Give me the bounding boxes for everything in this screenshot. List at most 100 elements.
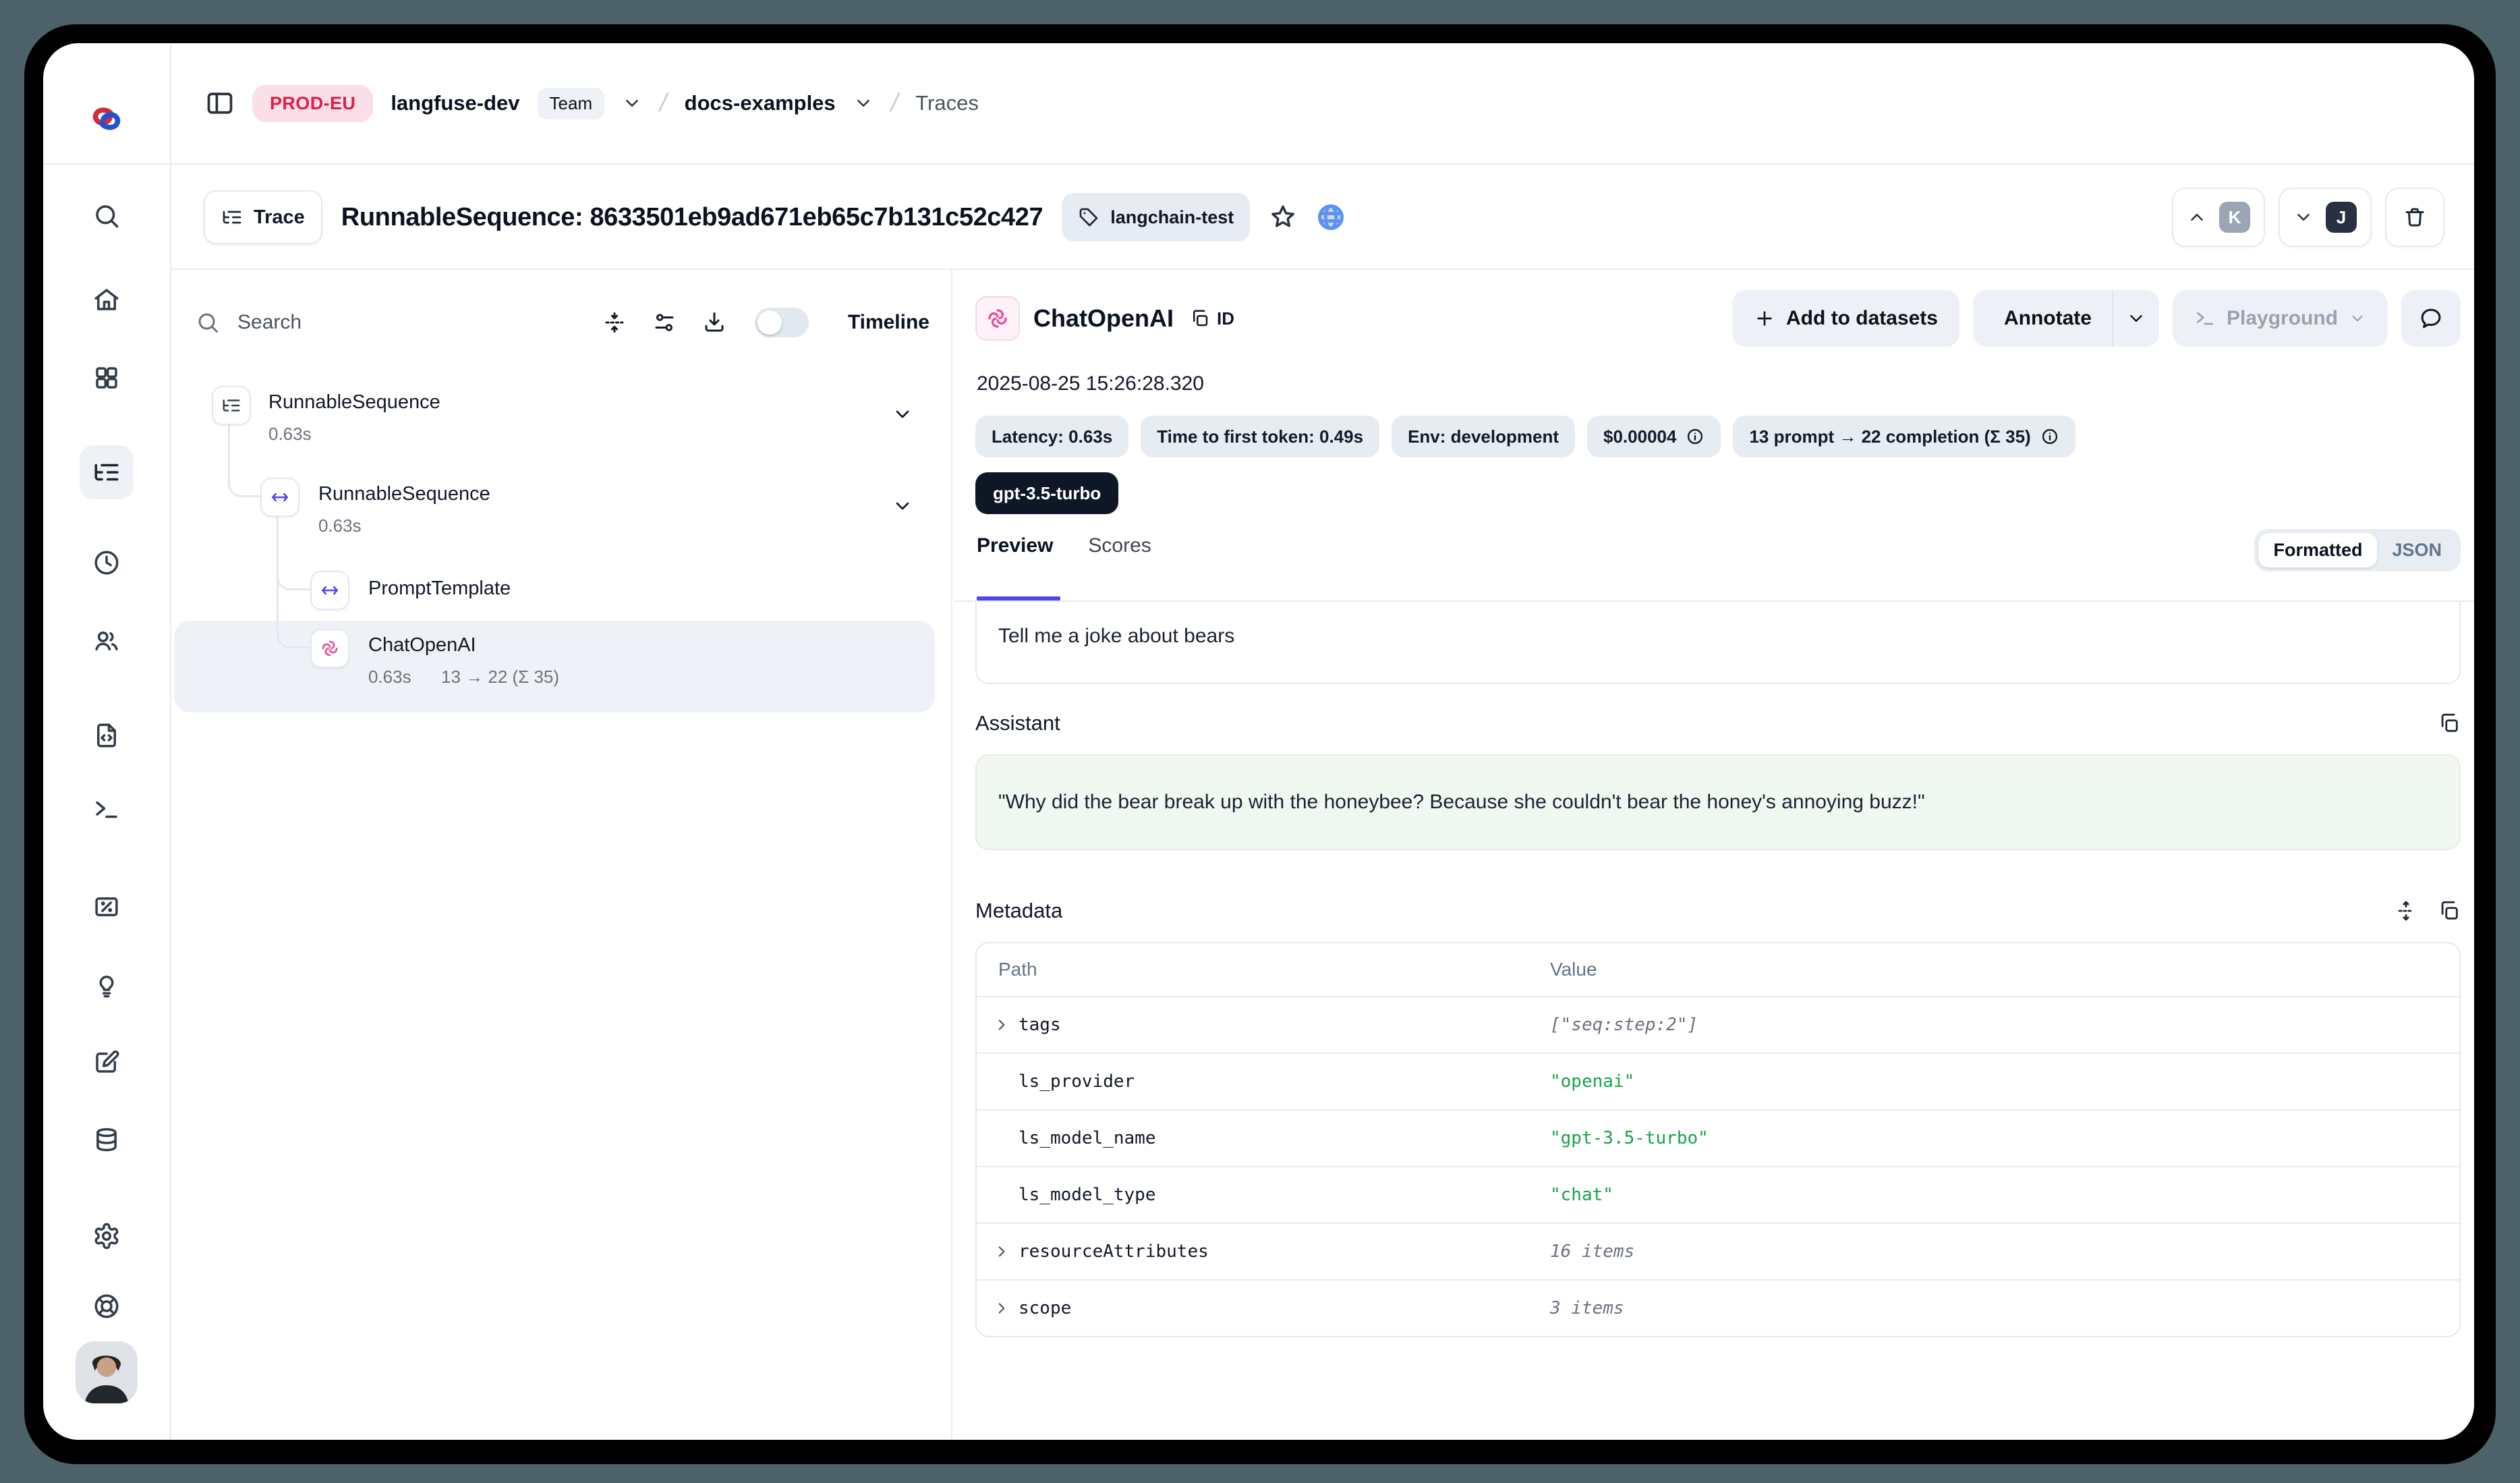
tree-item-prompttemplate[interactable]: PromptTemplate [368,578,511,600]
tree-item-runnablesequence-1[interactable]: RunnableSequence [268,391,440,414]
chevron-up-icon [2187,207,2207,227]
home-icon[interactable] [80,273,134,327]
cost-badge[interactable]: $0.00004 [1587,416,1721,457]
delete-trace-button[interactable] [2385,188,2444,247]
timeline-toggle[interactable] [755,308,809,337]
trace-nav-buttons: K J [2172,188,2444,247]
metadata-path-cell[interactable]: resourceAttributes [977,1241,1550,1262]
settings-icon[interactable] [80,1209,134,1263]
tab-scores[interactable]: Scores [1088,534,1151,557]
copy-icon[interactable] [2438,712,2461,735]
app-window: PROD-EU langfuse-dev Team / docs-example… [43,43,2474,1440]
search-input[interactable] [235,310,402,335]
input-box: Tell me a joke about bears [975,602,2461,684]
project-chevron-down-icon[interactable] [853,93,874,113]
collapse-node-icon[interactable] [892,403,913,425]
insights-icon[interactable] [80,958,134,1012]
annotate-split-button: Annotate [1973,290,2159,347]
tree-connector [277,515,312,648]
playground-icon[interactable] [80,783,134,837]
dashboard-icon[interactable] [80,351,134,405]
breadcrumb-section[interactable]: Traces [915,91,979,115]
observation-header: ChatOpenAI ID Add to datasets [975,289,2461,348]
metadata-row-tags: tags ["seq:step:2"] [977,996,2459,1053]
previous-trace-button[interactable]: K [2172,188,2265,247]
stats-badges: Latency: 0.63s Time to first token: 0.49… [975,416,2461,457]
trace-tag[interactable]: langchain-test [1062,193,1250,242]
organization-name[interactable]: langfuse-dev [391,91,519,115]
metadata-label: Metadata [975,899,1062,923]
metadata-row-resourceattributes: resourceAttributes 16 items [977,1223,2459,1279]
chain-node-icon [310,571,349,610]
prompts-icon[interactable] [80,708,134,762]
playground-label: Playground [2227,307,2338,330]
metadata-value-cell: 3 items [1550,1298,2459,1318]
metadata-value-cell: "openai" [1550,1071,2459,1092]
tracing-icon[interactable] [80,445,134,499]
input-text: Tell me a joke about bears [998,625,1234,647]
collapse-all-icon[interactable] [602,310,627,335]
support-icon[interactable] [80,1279,134,1333]
sidebar-toggle-icon[interactable] [205,88,235,118]
globe-icon[interactable] [1316,202,1346,232]
info-icon [1686,427,1705,446]
expand-icon[interactable] [2395,899,2417,922]
trace-tag-label: langchain-test [1110,207,1234,228]
generation-node-icon [310,629,349,668]
breadcrumb-slash: / [888,89,901,118]
chevron-down-icon [2293,207,2314,227]
view-settings-icon[interactable] [652,310,677,335]
org-chevron-down-icon[interactable] [622,93,642,113]
user-avatar[interactable] [76,1341,138,1403]
tree-item-runnablesequence-2[interactable]: RunnableSequence [318,483,490,505]
observation-panel: ChatOpenAI ID Add to datasets [954,270,2474,1440]
comments-button[interactable] [2401,290,2461,347]
screen: PROD-EU langfuse-dev Team / docs-example… [0,0,2520,1483]
json-option[interactable]: JSON [2377,533,2457,567]
metadata-row-ls-model-name: ls_model_name "gpt-3.5-turbo" [977,1109,2459,1166]
breadcrumb-slash: / [657,89,670,118]
tree-search[interactable] [196,310,602,335]
annotate-button[interactable]: Annotate [1973,290,2112,347]
terminal-icon [2194,308,2216,329]
metadata-table-header: Path Value [977,943,2459,996]
metadata-table: Path Value tags ["seq:step:2"] [975,942,2461,1337]
sessions-icon[interactable] [80,536,134,590]
assistant-text: "Why did the bear break up with the hone… [998,791,1925,813]
datasets-icon[interactable] [80,1113,134,1167]
tree-item-duration: 0.63s [368,667,411,688]
tree-item-duration: 0.63s [268,424,312,445]
chevron-right-icon [993,1299,1010,1317]
download-icon[interactable] [702,310,726,335]
metadata-path-cell[interactable]: tags [977,1015,1550,1035]
search-icon[interactable] [80,189,134,243]
star-icon[interactable] [1269,203,1297,231]
add-to-datasets-button[interactable]: Add to datasets [1732,290,1959,347]
collapse-node-icon[interactable] [892,495,913,517]
playground-button[interactable]: Playground [2173,290,2388,347]
env-badge: Env: development [1392,416,1575,457]
tab-preview[interactable]: Preview [977,534,1053,557]
evaluation-icon[interactable] [80,880,134,934]
tokens-badge[interactable]: 13 prompt → 22 completion (Σ 35) [1733,416,2075,457]
metadata-path-cell[interactable]: scope [977,1298,1550,1318]
copy-icon[interactable] [2438,899,2461,922]
trace-header: Trace RunnableSequence: 8633501eb9ad671e… [171,166,2474,270]
annotation-icon[interactable] [80,1035,134,1089]
tag-icon [1078,206,1099,228]
users-icon[interactable] [80,614,134,668]
tree-item-chatopenai[interactable]: ChatOpenAI [368,634,476,656]
tree-item-duration: 0.63s [318,515,362,536]
model-badge[interactable]: gpt-3.5-turbo [975,472,1118,514]
assistant-label: Assistant [975,711,1060,735]
comment-bubble-icon [2419,306,2443,331]
formatted-option[interactable]: Formatted [2258,533,2377,567]
shortcut-key-j: J [2326,202,2357,233]
project-name[interactable]: docs-examples [685,91,836,115]
annotate-dropdown-button[interactable] [2113,290,2159,347]
generation-icon-box [975,296,1020,341]
metadata-row-ls-provider: ls_provider "openai" [977,1053,2459,1109]
copy-id-button[interactable]: ID [1190,308,1234,329]
metadata-value-cell: 16 items [1550,1241,2459,1262]
next-trace-button[interactable]: J [2279,188,2372,247]
